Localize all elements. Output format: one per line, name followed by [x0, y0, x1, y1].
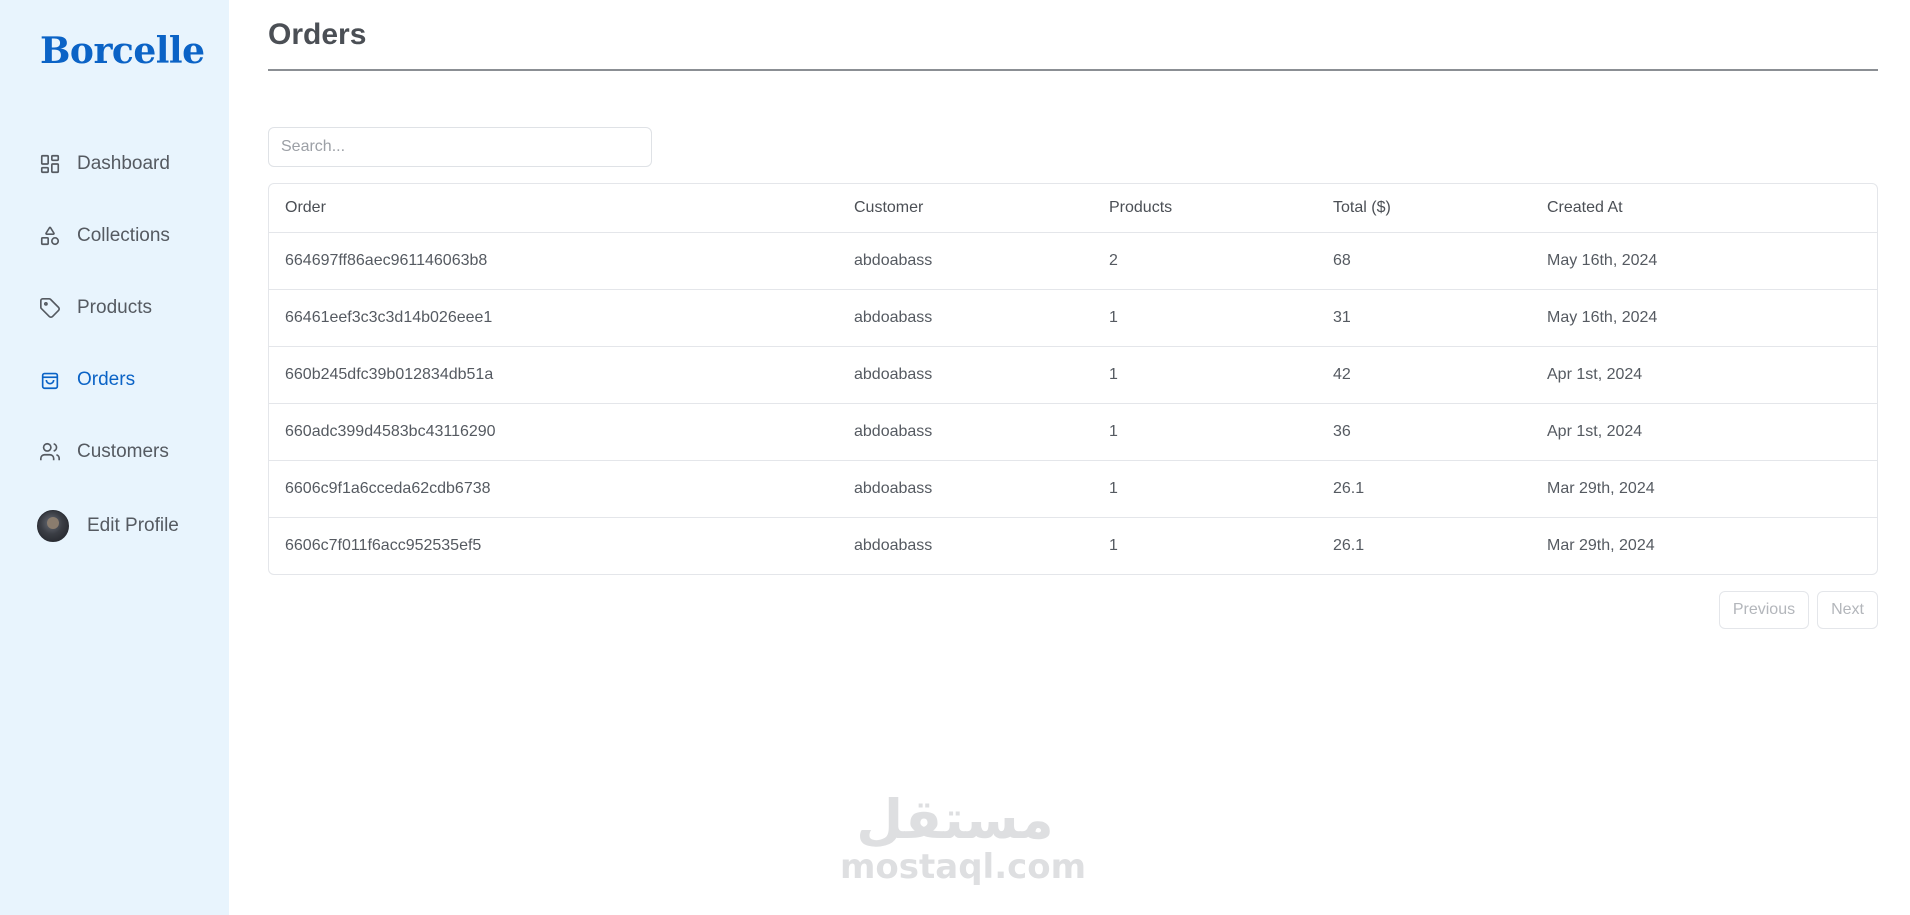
sidebar-item-orders[interactable]: Orders [37, 344, 217, 416]
products-cell: 1 [1109, 346, 1333, 404]
created-at-cell: Mar 29th, 2024 [1547, 536, 1655, 554]
customer-cell: abdoabass [854, 232, 1109, 290]
customer-cell: abdoabass [854, 346, 1109, 404]
dashboard-icon [37, 151, 63, 177]
created-at-cell: Apr 1st, 2024 [1547, 403, 1877, 461]
sidebar-item-label: Products [77, 297, 152, 318]
sidebar-item-label: Dashboard [77, 153, 170, 174]
tag-icon [37, 295, 63, 321]
shapes-icon [37, 223, 63, 249]
created-at-cell: May 16th, 2024 [1547, 289, 1877, 347]
column-header-order[interactable]: Order [269, 184, 854, 233]
total-cell: 42 [1333, 346, 1547, 404]
table-row[interactable]: 664697ff86aec961146063b8 abdoabass 2 68 … [269, 232, 1877, 290]
column-header-total[interactable]: Total ($) [1333, 184, 1547, 233]
total-cell: 68 [1333, 232, 1547, 290]
sidebar-item-label: Orders [77, 369, 136, 390]
column-header-products[interactable]: Products [1109, 184, 1333, 233]
customer-cell: abdoabass [854, 289, 1109, 347]
search-input[interactable] [268, 127, 652, 167]
table-row[interactable]: 660adc399d4583bc43116290 abdoabass 1 36 … [269, 403, 1877, 461]
watermark: مستقل mostaql.com [840, 788, 1087, 887]
sidebar: Borcelle Dashboard Collections Products … [0, 0, 229, 915]
products-cell: 1 [1109, 536, 1118, 554]
sidebar-item-customers[interactable]: Customers [37, 416, 217, 488]
app-root: Borcelle Dashboard Collections Products … [0, 0, 1910, 915]
title-divider [268, 69, 1878, 71]
created-at-cell: Mar 29th, 2024 [1547, 460, 1877, 518]
sidebar-item-dashboard[interactable]: Dashboard [37, 128, 217, 200]
table-row[interactable]: 660b245dfc39b012834db51a abdoabass 1 42 … [269, 346, 1877, 404]
products-cell: 2 [1109, 232, 1333, 290]
total-cell: 31 [1333, 289, 1547, 347]
next-button[interactable]: Next [1817, 591, 1878, 629]
brand-logo[interactable]: Borcelle [40, 30, 205, 72]
total-cell: 36 [1333, 403, 1547, 461]
sidebar-nav: Dashboard Collections Products Orders Cu… [37, 128, 217, 488]
edit-profile-link[interactable]: Edit Profile [37, 510, 179, 542]
orders-table: Order Customer Products Total ($) Create… [268, 183, 1878, 575]
customer-cell: abdoabass [854, 460, 1109, 518]
total-cell: 26.1 [1333, 460, 1547, 518]
previous-button[interactable]: Previous [1718, 591, 1810, 629]
table-row[interactable]: 66461eef3c3c3d14b026eee1 abdoabass 1 31 … [269, 289, 1877, 347]
products-cell: 1 [1109, 403, 1333, 461]
order-id-cell[interactable]: 664697ff86aec961146063b8 [269, 232, 854, 290]
sidebar-item-products[interactable]: Products [37, 272, 217, 344]
products-cell: 1 [1109, 289, 1333, 347]
order-id-cell[interactable]: 66461eef3c3c3d14b026eee1 [269, 289, 854, 347]
column-header-customer[interactable]: Customer [854, 184, 1109, 233]
customer-cell: abdoabass [854, 403, 1109, 461]
sidebar-item-collections[interactable]: Collections [37, 200, 217, 272]
customer-cell: abdoabass [854, 536, 933, 554]
sidebar-item-label: Customers [77, 441, 169, 462]
order-id-cell[interactable]: 660b245dfc39b012834db51a [269, 346, 854, 404]
shopping-bag-icon [37, 367, 63, 393]
table-row[interactable]: 6606c7f011f6acc952535ef5 abdoabass 1 26.… [269, 517, 1877, 574]
edit-profile-label: Edit Profile [87, 515, 179, 536]
total-cell: 26.1 [1333, 536, 1365, 554]
order-id-cell[interactable]: 6606c9f1a6cceda62cdb6738 [269, 460, 854, 518]
avatar [37, 510, 69, 542]
column-header-created-at[interactable]: Created At [1547, 184, 1877, 233]
table-row[interactable]: 6606c9f1a6cceda62cdb6738 abdoabass 1 26.… [269, 460, 1877, 518]
watermark-latin: mostaql.com [840, 847, 1087, 887]
sidebar-item-label: Collections [77, 225, 170, 246]
users-icon [37, 439, 63, 465]
order-id-cell[interactable]: 6606c7f011f6acc952535ef5 [269, 517, 854, 574]
created-at-cell: May 16th, 2024 [1547, 232, 1877, 290]
order-id-cell[interactable]: 660adc399d4583bc43116290 [269, 403, 854, 461]
page-title: Orders [268, 18, 367, 51]
created-at-cell: Apr 1st, 2024 [1547, 346, 1877, 404]
watermark-arabic: مستقل [856, 788, 1054, 851]
pagination: Previous Next [1718, 591, 1878, 629]
table-header-row: Order Customer Products Total ($) Create… [269, 184, 1877, 233]
products-cell: 1 [1109, 460, 1333, 518]
